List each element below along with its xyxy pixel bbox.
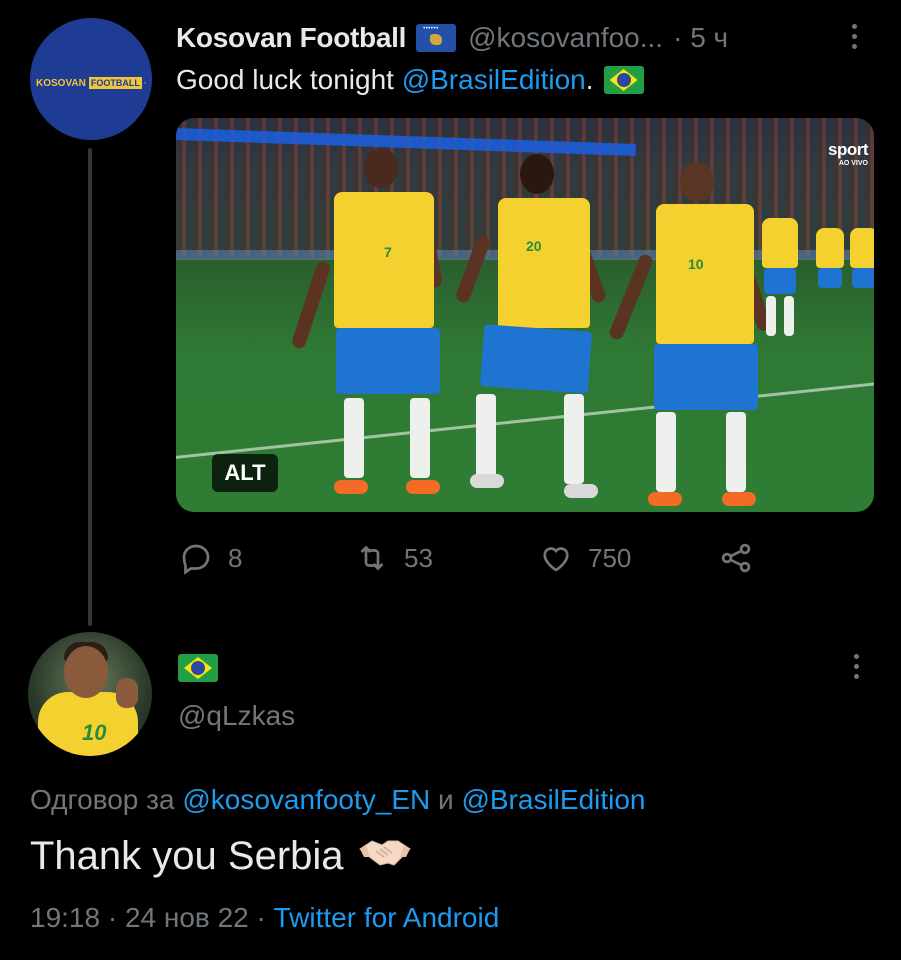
tweet-source-link[interactable]: Twitter for Android xyxy=(274,902,500,933)
shirt-number: 10 xyxy=(688,256,704,272)
reply-text: Thank you Serbia xyxy=(30,834,412,879)
tweet-header: Kosovan Football •••••• @kosovanfoo... ·… xyxy=(176,20,728,56)
handshake-icon xyxy=(358,834,412,879)
mention-link[interactable]: @BrasilEdition xyxy=(461,784,645,815)
reply-count: 8 xyxy=(228,542,243,573)
kosovo-flag-icon: •••••• xyxy=(416,24,457,52)
meta-separator: · xyxy=(100,902,125,933)
logo-text: KOSOVAN xyxy=(36,77,86,89)
brazil-flag-icon xyxy=(603,66,644,94)
retweet-button[interactable]: 53 xyxy=(354,536,433,580)
author-avatar[interactable]: KOSOVAN FOOTBALL xyxy=(30,18,152,140)
more-options-icon[interactable] xyxy=(850,654,862,684)
tweet-text-start: Good luck tonight xyxy=(176,64,402,95)
player-figure: 10 xyxy=(607,162,773,512)
retweet-count: 53 xyxy=(404,542,433,573)
avatar-shirt-number: 10 xyxy=(82,720,107,745)
ball-icon xyxy=(143,82,146,84)
share-button[interactable] xyxy=(718,536,754,580)
tweet-video[interactable]: 7 20 10 sport AO VIVO ALT xyxy=(176,118,874,512)
brazil-flag-icon xyxy=(178,654,218,687)
broadcaster-logo: sport AO VIVO xyxy=(828,140,869,167)
tweet-time[interactable]: · 5 ч xyxy=(673,22,728,54)
tweet-meta: 19:18 · 24 нов 22 · Twitter for Android xyxy=(30,902,499,934)
more-options-icon[interactable] xyxy=(848,24,860,54)
kosovan-football-logo: KOSOVAN FOOTBALL xyxy=(36,72,146,94)
like-count: 750 xyxy=(588,542,632,573)
shirt-number: 7 xyxy=(384,244,392,260)
reply-author-handle[interactable]: @qLzkas xyxy=(178,700,295,732)
alt-text-button[interactable]: ALT xyxy=(212,454,278,492)
tweet-text: Good luck tonight @BrasilEdition . xyxy=(176,64,644,96)
share-icon xyxy=(721,543,751,573)
reply-button[interactable]: 8 xyxy=(178,536,242,580)
logo-badge: FOOTBALL xyxy=(88,77,142,89)
tweet-date[interactable]: 24 нов 22 xyxy=(125,902,249,933)
player-figure: 20 xyxy=(454,154,608,512)
mention-link[interactable]: @BrasilEdition xyxy=(402,64,586,96)
tweet-time[interactable]: 19:18 xyxy=(30,902,100,933)
heart-icon xyxy=(543,547,569,572)
reply-icon xyxy=(182,544,210,575)
player-figure: 7 xyxy=(290,148,446,508)
reply-to-prefix: Одговор за xyxy=(30,784,183,815)
broadcaster-live-label: AO VIVO xyxy=(838,160,868,167)
like-button[interactable]: 750 xyxy=(538,536,631,580)
broadcaster-name: sport xyxy=(828,140,869,159)
author-name[interactable]: Kosovan Football xyxy=(176,22,406,54)
mention-link[interactable]: @kosovanfooty_EN xyxy=(182,784,430,815)
reply-author-avatar[interactable]: 10 xyxy=(28,632,152,756)
author-handle[interactable]: @kosovanfoo... xyxy=(468,22,663,54)
meta-separator: · xyxy=(248,902,274,933)
reply-to-joiner: и xyxy=(430,784,462,815)
tweet-text-end: . xyxy=(585,64,594,95)
tweet-actions: 8 53 750 xyxy=(176,536,776,580)
background-player xyxy=(816,228,874,338)
background-player xyxy=(762,218,802,348)
reply-body: Thank you Serbia xyxy=(30,834,344,878)
replying-to-line: Одговор за @kosovanfooty_EN и @BrasilEdi… xyxy=(30,784,646,816)
retweet-icon xyxy=(360,545,384,571)
shirt-number: 20 xyxy=(526,238,542,254)
thread-connector-line xyxy=(88,148,92,626)
